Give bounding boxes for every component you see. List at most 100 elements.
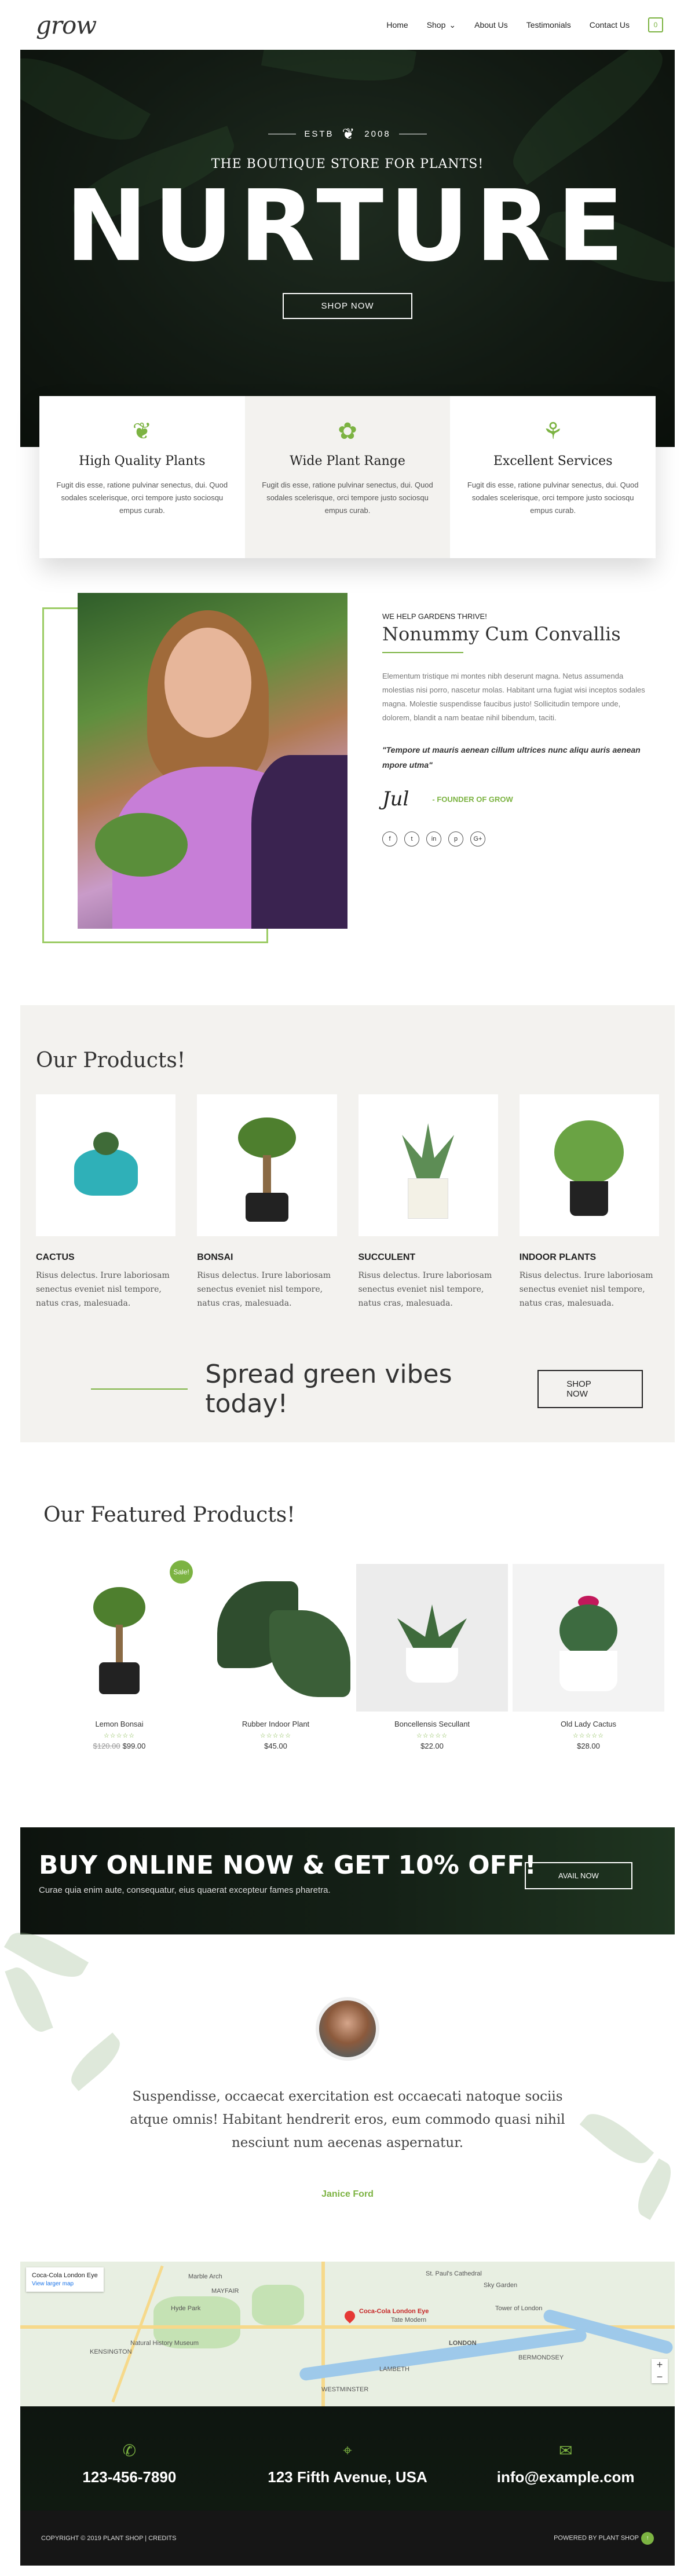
feature-title: High Quality Plants	[79, 454, 206, 468]
photo-plant	[95, 813, 188, 877]
bonsai-foliage	[237, 1117, 296, 1158]
about-eyebrow: WE HELP GARDENS THRIVE!	[382, 612, 487, 621]
leaf-icon: ❦	[132, 419, 152, 444]
promo-banner: BUY ONLINE NOW & GET 10% OFF! Curae quia…	[20, 1827, 675, 1934]
nav-shop-label: Shop	[426, 20, 446, 30]
feature-wide-range: ✿ Wide Plant Range Fugit dis esse, ratio…	[244, 396, 451, 558]
view-larger-map-link[interactable]: View larger map	[32, 2281, 98, 2287]
pinterest-icon[interactable]: p	[448, 831, 463, 847]
watering-can-icon: ⚘	[542, 419, 564, 444]
bonsai-trunk	[116, 1625, 123, 1665]
map-label: Tate Modern	[391, 2317, 427, 2324]
featured-section: Our Featured Products! Sale! Lemon Bonsa…	[0, 1442, 695, 1827]
nav-contact-us[interactable]: Contact Us	[590, 20, 630, 30]
scroll-top-icon[interactable]: ↑	[641, 2531, 654, 2545]
map-label: Tower of London	[495, 2305, 543, 2312]
rating-stars: ☆☆☆☆☆	[259, 1732, 292, 1739]
featured-card[interactable]: Old Lady Cactus ☆☆☆☆☆ $28.00	[513, 1564, 664, 1750]
nav-contact-label: Contact Us	[589, 20, 630, 30]
hero-title: NURTURE	[65, 169, 630, 284]
featured-card[interactable]: Sale! Lemon Bonsai ☆☆☆☆☆ $120.00 $99.00	[43, 1560, 195, 1750]
phone-number[interactable]: 123-456-7890	[20, 2468, 239, 2486]
founder-label: - FOUNDER OF GROW	[432, 794, 513, 804]
map-label: MAYFAIR	[211, 2288, 239, 2295]
site-logo[interactable]: grow	[36, 11, 97, 39]
zoom-in-button[interactable]: +	[652, 2359, 668, 2371]
twitter-icon[interactable]: t	[404, 831, 419, 847]
featured-grid: Sale! Lemon Bonsai ☆☆☆☆☆ $120.00 $99.00 R…	[43, 1560, 669, 1750]
bonsai-pot	[99, 1662, 140, 1694]
hero-section: ESTB ❦ 2008 THE BOUTIQUE STORE FOR PLANT…	[20, 50, 675, 447]
avatar	[316, 1997, 379, 2061]
featured-name[interactable]: Rubber Indoor Plant	[200, 1720, 352, 1728]
old-price: $120.00	[93, 1742, 120, 1750]
product-image	[519, 1094, 659, 1236]
testimonial-name: Janice Ford	[321, 2189, 374, 2199]
leaf-decoration	[261, 50, 417, 92]
succulent-pot	[408, 1178, 449, 1219]
product-image	[197, 1094, 337, 1236]
linkedin-icon[interactable]: in	[426, 831, 441, 847]
chevron-down-icon: ⌄	[449, 20, 456, 30]
map-zoom-controls: + −	[652, 2359, 668, 2383]
featured-card[interactable]: Rubber Indoor Plant ☆☆☆☆☆ $45.00	[200, 1564, 352, 1750]
product-card-bonsai[interactable]: BONSAI Risus delectus. Irure laboriosam …	[197, 1094, 337, 1310]
map-pin-icon[interactable]	[342, 2308, 357, 2324]
product-image	[36, 1094, 176, 1236]
products-grid: CACTUS Risus delectus. Irure laboriosam …	[36, 1094, 659, 1310]
email-address[interactable]: info@example.com	[456, 2468, 675, 2486]
featured-price: $28.00	[513, 1742, 664, 1750]
featured-name[interactable]: Old Lady Cactus	[513, 1720, 664, 1728]
nav-home[interactable]: Home	[386, 20, 408, 30]
product-name: BONSAI	[197, 1252, 233, 1262]
nav-about-label: About Us	[474, 20, 508, 30]
product-name: SUCCULENT	[358, 1252, 416, 1262]
product-text: Risus delectus. Irure laboriosam senectu…	[197, 1271, 331, 1308]
cart-count: 0	[653, 21, 658, 29]
feature-excellent-services: ⚘ Excellent Services Fugit dis esse, rat…	[450, 396, 656, 558]
map-label: LONDON	[449, 2340, 477, 2347]
feature-title: Wide Plant Range	[290, 454, 405, 468]
nav-shop[interactable]: Shop ⌄	[427, 20, 456, 30]
product-card-indoor-plants[interactable]: INDOOR PLANTS Risus delectus. Irure labo…	[519, 1094, 659, 1310]
cta-text: Spread green vibes today!	[205, 1360, 452, 1419]
map-place-name: Coca-Cola London Eye	[32, 2272, 98, 2279]
zoom-out-button[interactable]: −	[652, 2371, 668, 2383]
product-card-cactus[interactable]: CACTUS Risus delectus. Irure laboriosam …	[36, 1094, 176, 1310]
facebook-icon[interactable]: f	[382, 831, 397, 847]
map-road	[321, 2262, 325, 2406]
featured-card[interactable]: Boncellensis Secullant ☆☆☆☆☆ $22.00	[356, 1564, 508, 1750]
featured-price: $22.00	[356, 1742, 508, 1750]
featured-name[interactable]: Boncellensis Secullant	[356, 1720, 508, 1728]
feature-text: Fugit dis esse, ratione pulvinar senectu…	[467, 481, 639, 515]
about-body: Elementum tristique mi montes nibh deser…	[382, 672, 645, 722]
nav-about-us[interactable]: About Us	[474, 20, 508, 30]
phone-icon: ✆	[122, 2442, 137, 2460]
features-section: ❦ High Quality Plants Fugit dis esse, ra…	[39, 396, 656, 558]
hero-shop-now-button[interactable]: SHOP NOW	[283, 293, 412, 319]
cta-row: Spread green vibes today! SHOP NOW	[91, 1360, 643, 1419]
featured-heading: Our Featured Products!	[43, 1503, 295, 1527]
cart-icon[interactable]: 0	[648, 17, 663, 32]
nav-testimonials[interactable]: Testimonials	[526, 20, 571, 30]
product-card-succulent[interactable]: SUCCULENT Risus delectus. Irure laborios…	[358, 1094, 498, 1310]
location-map[interactable]: Coca-Cola London Eye View larger map Mar…	[20, 2262, 675, 2406]
featured-image	[356, 1564, 508, 1712]
main-nav: Home Shop ⌄ About Us Testimonials Contact…	[386, 17, 663, 32]
sale-badge: Sale!	[170, 1560, 193, 1584]
about-title: Nonummy Cum Convallis	[382, 623, 621, 645]
feature-title: Excellent Services	[493, 454, 613, 468]
address: 123 Fifth Avenue, USA	[268, 2468, 427, 2486]
divider	[91, 1388, 188, 1390]
bonsai-pot	[245, 1193, 288, 1222]
google-plus-icon[interactable]: G+	[470, 831, 485, 847]
rubber-leaf	[269, 1610, 350, 1697]
estb-year: 2008	[364, 129, 391, 139]
contact-section: ✆ 123-456-7890 ⌖ 123 Fifth Avenue, USA ✉…	[20, 2406, 675, 2511]
photo-kimono	[251, 755, 348, 929]
featured-name[interactable]: Lemon Bonsai	[43, 1720, 195, 1728]
cta-shop-now-button[interactable]: SHOP NOW	[537, 1370, 643, 1408]
price: $45.00	[264, 1742, 287, 1750]
location-icon: ⌖	[343, 2441, 352, 2459]
avail-now-button[interactable]: AVAIL NOW	[525, 1862, 632, 1889]
